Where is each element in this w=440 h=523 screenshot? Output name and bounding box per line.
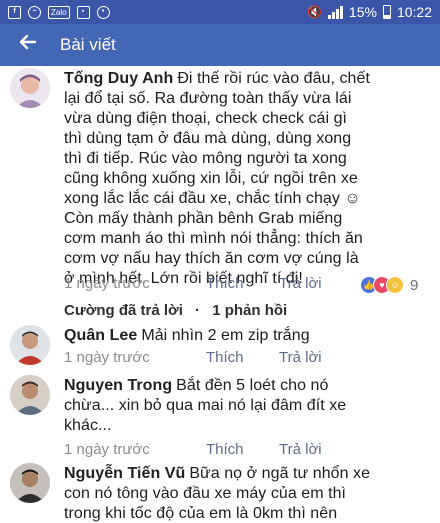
comment-meta: 1 ngày trước Thích Trả lời xyxy=(64,349,434,369)
battery-icon xyxy=(382,5,391,19)
like-button[interactable]: Thích xyxy=(206,441,244,458)
comment-author[interactable]: Nguyen Trong xyxy=(64,377,172,394)
comment-body: Nguyễn Tiến Vũ Bữa nọ ở ngã tư nhổn xe co… xyxy=(64,464,436,523)
comments-list: Tống Duy Anh Đi thế rồi rúc vào đâu, chết… xyxy=(0,66,440,523)
like-button[interactable]: Thích xyxy=(206,275,244,292)
comment-time: 1 ngày trước xyxy=(64,349,150,366)
reaction-summary[interactable]: 👍 ♥ ☺ 9 xyxy=(360,276,418,294)
comment-body: Quân Lee Mải nhìn 2 em zip trắng xyxy=(64,326,436,346)
comment-line: con nó tông vào đầu xe máy của em thì xyxy=(64,485,347,502)
comment-line: trong khi tốc độ của em là 0km thì nên xyxy=(64,505,338,522)
haha-reaction-icon: ☺ xyxy=(386,276,404,294)
avatar[interactable] xyxy=(10,325,50,365)
signal-icon xyxy=(327,5,343,19)
comment-line: lại đổ tại số. Ra đường toàn thấy vừa lá… xyxy=(64,90,352,107)
comment-line: Mải nhìn 2 em zip trắng xyxy=(141,327,310,344)
comment-line: Bữa nọ ở ngã tư nhổn xe xyxy=(189,465,371,482)
comment-line: cơm manh áo thì mình nói thẳng: thích ăn xyxy=(64,230,363,247)
comment-time: 1 ngày trước xyxy=(64,441,150,458)
comment-meta: 1 ngày trước Thích Trả lời xyxy=(64,441,434,461)
reply-button[interactable]: Trả lời xyxy=(279,349,322,366)
avatar[interactable] xyxy=(10,375,50,415)
comment-line: chừa... xin bỏ qua mai nó lại đâm đít xe xyxy=(64,397,347,414)
reply-button[interactable]: Trả lời xyxy=(279,275,322,292)
comment-line: khác... xyxy=(64,417,112,434)
zalo-notification-icon: Zalo xyxy=(48,5,70,19)
comment-line: vừa dùng điện thoại, check check cái gì xyxy=(64,110,348,127)
comment-line: cơm vợ nấu hay thích ăn cơm vợ cúng là xyxy=(64,250,359,267)
image-notification-icon: ▪ xyxy=(76,5,90,19)
status-bar: f ~ Zalo ▪ • 🔇 15% 10:22 xyxy=(0,0,440,24)
arrow-left-icon[interactable] xyxy=(18,32,38,58)
comment-line: Đi thế rồi rúc vào đâu, chết xyxy=(177,70,370,87)
separator-dot: · xyxy=(195,302,201,319)
system-status: 🔇 15% 10:22 xyxy=(307,3,432,21)
reply-count: 1 phản hồi xyxy=(212,302,288,319)
reply-button[interactable]: Trả lời xyxy=(279,441,322,458)
comment-body: Tống Duy Anh Đi thế rồi rúc vào đâu, chết… xyxy=(64,69,436,289)
comment-line: cũng không xuống xin lỗi, cứ ngồi trên x… xyxy=(64,170,358,187)
comment-author[interactable]: Quân Lee xyxy=(64,327,137,344)
comment-line: Bắt đền 5 loét cho nó xyxy=(176,377,329,394)
comment-line: xong lắc lắc cái đầu xe, chắc tính chạy … xyxy=(64,190,361,207)
comment-author[interactable]: Nguyễn Tiến Vũ xyxy=(64,465,185,482)
notification-icons: f ~ Zalo ▪ • xyxy=(8,3,110,21)
facebook-notification-icon: f xyxy=(8,5,21,19)
clock: 10:22 xyxy=(396,4,432,20)
messenger-notification-icon: ~ xyxy=(28,5,41,19)
comment-line: thì đi tiếp. Rúc vào mông người ta xong xyxy=(64,150,347,167)
mute-icon: 🔇 xyxy=(306,5,322,19)
avatar[interactable] xyxy=(10,68,50,108)
comment-line: Còn mấy thành phần bênh Grab miếng xyxy=(64,210,343,227)
app-toolbar: Bài viết xyxy=(0,24,440,66)
battery-percent: 15% xyxy=(348,4,377,20)
page-title: Bài viết xyxy=(60,35,116,54)
comment-line: thì dùng tạm ở đâu mà dùng, dùng xong xyxy=(64,130,352,147)
reaction-count: 9 xyxy=(410,276,419,294)
comment-body: Nguyen Trong Bắt đền 5 loét cho nó chừa..… xyxy=(64,376,436,436)
like-button[interactable]: Thích xyxy=(206,349,244,366)
comment-meta: 1 ngày trước Thích Trả lời 👍 ♥ ☺ 9 xyxy=(64,275,434,295)
comment-time: 1 ngày trước xyxy=(64,275,150,292)
replies-summary[interactable]: Cường đã trả lời · 1 phản hồi xyxy=(64,302,287,319)
avatar[interactable] xyxy=(10,463,50,503)
chat-notification-icon: • xyxy=(96,5,110,19)
reply-author: Cường đã trả lời xyxy=(64,302,183,319)
comment-author[interactable]: Tống Duy Anh xyxy=(64,70,173,87)
